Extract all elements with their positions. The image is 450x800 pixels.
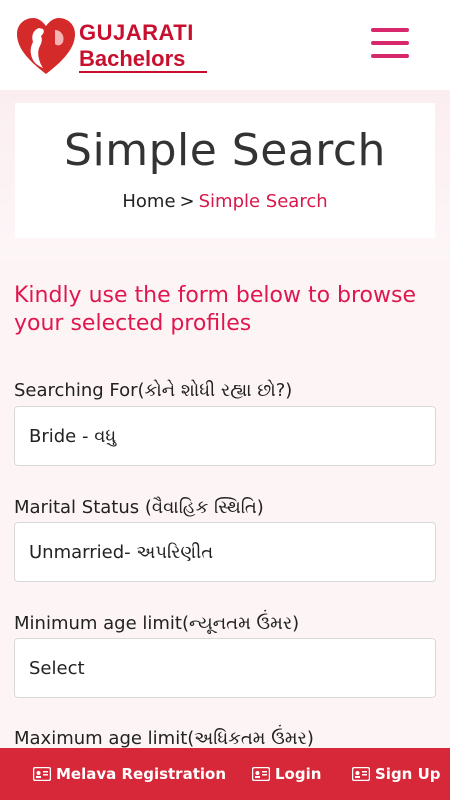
melava-registration-button[interactable]: Melava Registration xyxy=(33,748,226,800)
page-title: Simple Search xyxy=(64,125,386,176)
marital-status-label: Marital Status (વૈવાહિક સ્થિતિ) xyxy=(14,497,264,518)
login-button[interactable]: Login xyxy=(252,748,321,800)
menu-bar xyxy=(371,41,409,45)
menu-bar xyxy=(371,28,409,32)
logo-underline xyxy=(79,71,207,73)
menu-bar xyxy=(371,54,409,58)
min-age-select[interactable]: Select xyxy=(14,638,436,698)
title-card: Simple Search Home > Simple Search xyxy=(15,103,435,238)
searching-for-select[interactable]: Bride - વધુ xyxy=(14,406,436,466)
breadcrumb-current: Simple Search xyxy=(198,191,328,212)
logo-text-bachelors: Bachelors xyxy=(79,46,186,71)
logo-text-gujarati: GUJARATI xyxy=(79,20,194,45)
login-label: Login xyxy=(275,765,322,783)
site-logo[interactable]: GUJARATI Bachelors xyxy=(15,16,215,78)
breadcrumb-separator: > xyxy=(179,191,195,212)
heart-logo-icon xyxy=(17,18,75,74)
intro-text: Kindly use the form below to browse your… xyxy=(14,283,417,336)
sign-up-label: Sign Up xyxy=(375,765,441,783)
hamburger-menu-icon[interactable] xyxy=(371,28,409,60)
min-age-label: Minimum age limit(ન્યૂનતમ ઉંમર) xyxy=(14,613,300,634)
id-card-icon xyxy=(252,767,270,781)
searching-for-label: Searching For(કોને શોધી રહ્યા છો?) xyxy=(14,380,293,401)
max-age-label: Maximum age limit(અધિકતમ ઉંમર) xyxy=(14,728,314,749)
id-card-icon xyxy=(352,767,370,781)
sign-up-button[interactable]: Sign Up xyxy=(352,748,441,800)
melava-registration-label: Melava Registration xyxy=(56,765,227,783)
breadcrumb: Home > Simple Search xyxy=(15,191,435,212)
header: GUJARATI Bachelors xyxy=(0,0,450,90)
marital-status-select[interactable]: Unmarried- અપરિણીત xyxy=(14,522,436,582)
breadcrumb-home-link[interactable]: Home xyxy=(122,191,175,212)
id-card-icon xyxy=(33,767,51,781)
bottom-nav-bar: Melava Registration Login Sign Up xyxy=(0,748,450,800)
